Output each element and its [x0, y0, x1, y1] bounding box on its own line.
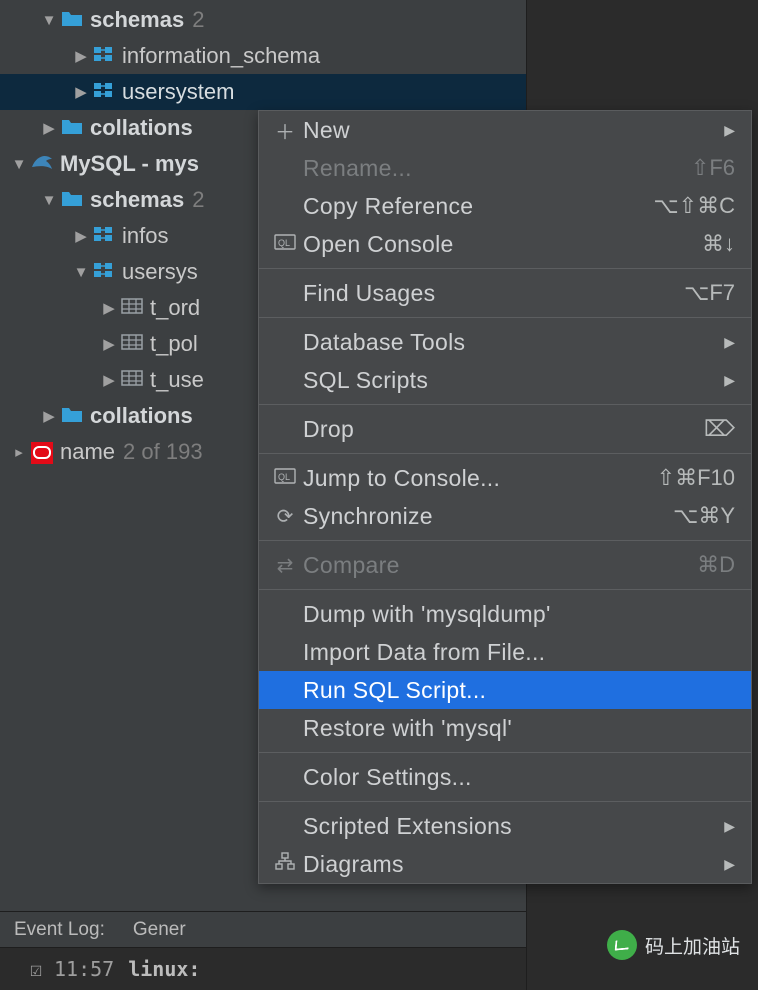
chevron-right-icon: ▶	[100, 335, 118, 353]
menu-separator	[259, 453, 751, 454]
menu-new[interactable]: ＋ New ▶	[259, 111, 751, 149]
menu-synchronize[interactable]: ⟳ Synchronize ⌥⌘Y	[259, 497, 751, 535]
menu-separator	[259, 540, 751, 541]
chevron-right-icon: ▶	[72, 47, 90, 65]
schema-icon	[90, 223, 118, 249]
menu-find-usages[interactable]: Find Usages ⌥F7	[259, 274, 751, 312]
tree-item-usersystem[interactable]: ▶ usersystem	[0, 74, 526, 110]
table-icon	[118, 295, 146, 321]
chevron-right-icon: ▶	[100, 299, 118, 317]
watermark-text: 码上加油站	[645, 932, 740, 959]
menu-rename: Rename... ⇧F6	[259, 149, 751, 187]
chevron-down-icon: ▼	[40, 12, 58, 29]
menu-copy-reference[interactable]: Copy Reference ⌥⇧⌘C	[259, 187, 751, 225]
chevron-right-icon: ▶	[724, 122, 735, 139]
wechat-icon	[607, 930, 637, 960]
menu-separator	[259, 317, 751, 318]
table-icon	[118, 331, 146, 357]
bottom-toolbar: Event Log: Gener ☑ 11:57 linux:	[0, 911, 526, 990]
chevron-down-icon: ▼	[72, 264, 90, 281]
menu-separator	[259, 404, 751, 405]
table-icon	[118, 367, 146, 393]
menu-jump-to-console[interactable]: QL Jump to Console... ⇧⌘F10	[259, 459, 751, 497]
log-text: linux:	[128, 957, 200, 981]
chevron-right-icon: ▶	[724, 372, 735, 389]
chevron-right-icon: ▶	[724, 334, 735, 351]
chevron-right-icon: ▶	[724, 818, 735, 835]
folder-icon	[58, 187, 86, 213]
menu-database-tools[interactable]: Database Tools ▶	[259, 323, 751, 361]
menu-color-settings[interactable]: Color Settings...	[259, 758, 751, 796]
sync-icon: ⟳	[267, 504, 303, 529]
svg-text:QL: QL	[278, 472, 290, 482]
svg-text:QL: QL	[278, 238, 290, 248]
menu-open-console[interactable]: QL Open Console ⌘↓	[259, 225, 751, 263]
plus-icon: ＋	[267, 116, 303, 145]
tab-event-log[interactable]: Event Log:	[0, 919, 119, 941]
menu-separator	[259, 589, 751, 590]
console-icon: QL	[267, 233, 303, 256]
oracle-icon	[28, 439, 56, 465]
tree-item-information-schema[interactable]: ▶ information_schema	[0, 38, 526, 74]
menu-diagrams[interactable]: Diagrams ▶	[259, 845, 751, 883]
console-icon: QL	[267, 467, 303, 490]
chevron-right-icon: ▶	[100, 371, 118, 389]
diagrams-icon	[267, 852, 303, 876]
menu-separator	[259, 752, 751, 753]
log-row: ☑ 11:57 linux:	[0, 948, 526, 990]
compare-icon: ⇄	[267, 553, 303, 578]
schema-icon	[90, 259, 118, 285]
folder-icon	[58, 403, 86, 429]
chevron-down-icon: ▼	[10, 156, 28, 173]
chevron-right-icon: ▸	[10, 443, 28, 461]
chevron-right-icon: ▶	[40, 407, 58, 425]
watermark: 码上加油站	[607, 930, 740, 960]
schema-icon	[90, 43, 118, 69]
menu-dump[interactable]: Dump with 'mysqldump'	[259, 595, 751, 633]
task-checkbox-icon[interactable]: ☑	[18, 957, 54, 981]
menu-compare: ⇄ Compare ⌘D	[259, 546, 751, 584]
menu-sql-scripts[interactable]: SQL Scripts ▶	[259, 361, 751, 399]
tree-item-schemas[interactable]: ▼ schemas 2	[0, 2, 526, 38]
folder-icon	[58, 115, 86, 141]
menu-drop[interactable]: Drop ⌦	[259, 410, 751, 448]
menu-separator	[259, 268, 751, 269]
chevron-down-icon: ▼	[40, 192, 58, 209]
menu-separator	[259, 801, 751, 802]
schema-icon	[90, 79, 118, 105]
delete-key-icon: ⌦	[704, 416, 735, 442]
menu-scripted-extensions[interactable]: Scripted Extensions ▶	[259, 807, 751, 845]
chevron-right-icon: ▶	[72, 83, 90, 101]
bottom-tabs: Event Log: Gener	[0, 912, 526, 948]
tab-gener[interactable]: Gener	[119, 919, 200, 941]
chevron-right-icon: ▶	[72, 227, 90, 245]
chevron-right-icon: ▶	[40, 119, 58, 137]
menu-import-data[interactable]: Import Data from File...	[259, 633, 751, 671]
mysql-icon	[28, 151, 56, 177]
menu-run-sql-script[interactable]: Run SQL Script...	[259, 671, 751, 709]
log-time: 11:57	[54, 957, 114, 981]
menu-restore[interactable]: Restore with 'mysql'	[259, 709, 751, 747]
folder-icon	[58, 7, 86, 33]
context-menu: ＋ New ▶ Rename... ⇧F6 Copy Reference ⌥⇧⌘…	[258, 110, 752, 884]
chevron-right-icon: ▶	[724, 856, 735, 873]
